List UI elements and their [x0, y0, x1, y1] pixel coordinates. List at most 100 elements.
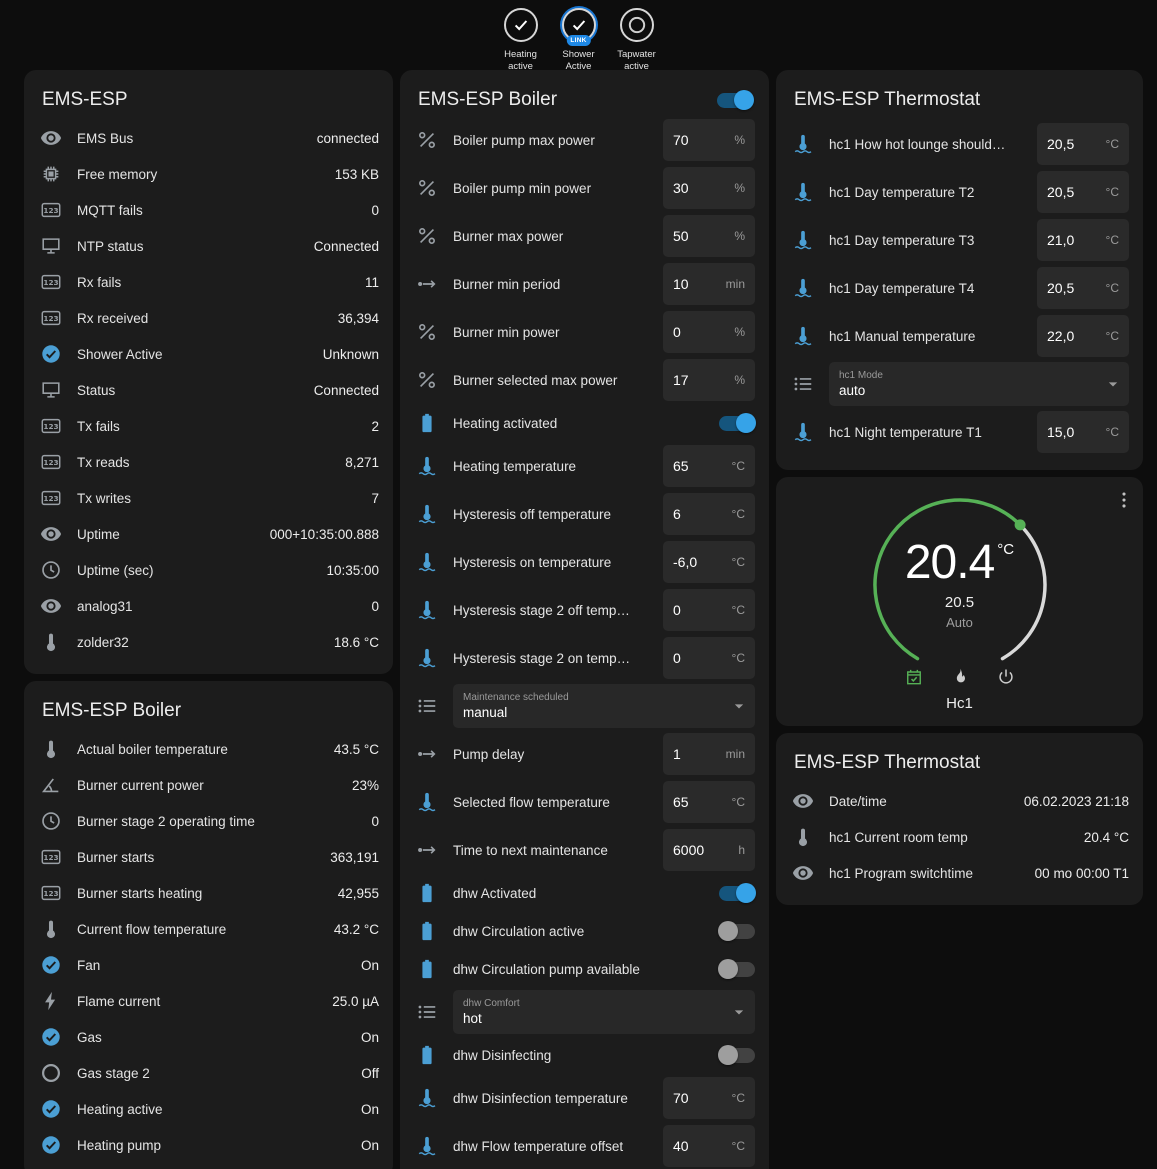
entity-value: connected: [317, 131, 379, 146]
list-icon: [416, 1001, 438, 1023]
number-input-hysteresis-off-temperature[interactable]: 6°C: [663, 493, 755, 535]
row-status[interactable]: StatusConnected: [40, 372, 379, 408]
row-uptime[interactable]: Uptime000+10:35:00.888: [40, 516, 379, 552]
list-icon: [792, 373, 814, 395]
number-input-boiler-pump-min-power[interactable]: 30%: [663, 167, 755, 209]
number-input-hc1-day-temperature-t2[interactable]: 20,5°C: [1037, 171, 1129, 213]
number-value: 10: [673, 276, 689, 292]
row-free-memory[interactable]: Free memory153 KB: [40, 156, 379, 192]
badge-shower-active[interactable]: LINK Shower Active: [555, 8, 603, 74]
card-title: EMS-ESP: [40, 82, 379, 120]
toggle-heating-activated[interactable]: [719, 416, 755, 431]
row-hc1-current-room-temp[interactable]: hc1 Current room temp20.4 °C: [792, 819, 1129, 855]
boiler-card-power-toggle[interactable]: [717, 93, 753, 108]
entity-value: 43.5 °C: [334, 742, 379, 757]
number-input-dhw-flow-temperature-offset[interactable]: 40°C: [663, 1125, 755, 1167]
power-icon[interactable]: [996, 667, 1016, 687]
entity-label: Rx fails: [77, 275, 350, 290]
row-shower-active[interactable]: Shower ActiveUnknown: [40, 336, 379, 372]
number-input-time-to-next-maintenance[interactable]: 6000h: [663, 829, 755, 871]
row-dhw-circulation-active: dhw Circulation active: [416, 912, 755, 950]
number-input-selected-flow-temperature[interactable]: 65°C: [663, 781, 755, 823]
number-input-hc1-night-temperature-t1[interactable]: 15,0°C: [1037, 411, 1129, 453]
row-date-time[interactable]: Date/time06.02.2023 21:18: [792, 783, 1129, 819]
number-input-hc1-how-hot-lounge-should[interactable]: 20,5°C: [1037, 123, 1129, 165]
number-input-hc1-manual-temperature[interactable]: 22,0°C: [1037, 315, 1129, 357]
number-input-burner-min-period[interactable]: 10min: [663, 263, 755, 305]
badge-heating-active[interactable]: Heating active: [497, 8, 545, 74]
thermostat-dial[interactable]: 20.4°C 20.5 Auto: [848, 493, 1072, 687]
fire-icon[interactable]: [950, 667, 970, 687]
number-unit: °C: [1106, 233, 1119, 247]
row-zolder32[interactable]: zolder3218.6 °C: [40, 624, 379, 660]
row-tx-writes[interactable]: 123Tx writes7: [40, 480, 379, 516]
counter-icon: 123: [40, 415, 62, 437]
row-maintenance-scheduled: Maintenance scheduledmanual: [416, 682, 755, 730]
row-ntp-status[interactable]: NTP statusConnected: [40, 228, 379, 264]
row-burner-starts-heating[interactable]: 123Burner starts heating42,955: [40, 875, 379, 911]
chip-icon: [40, 163, 62, 185]
number-value: 30: [673, 180, 689, 196]
entity-label: Burner starts: [77, 850, 315, 865]
row-actual-boiler-temperature[interactable]: Actual boiler temperature43.5 °C: [40, 731, 379, 767]
toggle-dhw-circulation-pump-available[interactable]: [719, 962, 755, 977]
entity-label: Burner current power: [77, 778, 337, 793]
badge-tapwater-active[interactable]: Tapwater active: [613, 8, 661, 74]
number-input-hc1-day-temperature-t3[interactable]: 21,0°C: [1037, 219, 1129, 261]
number-value: 0: [673, 324, 681, 340]
row-flame-current[interactable]: Flame current25.0 µA: [40, 983, 379, 1019]
more-options-icon[interactable]: [1113, 489, 1135, 511]
number-input-dhw-disinfection-temperature[interactable]: 70°C: [663, 1077, 755, 1119]
row-ems-bus[interactable]: EMS Busconnected: [40, 120, 379, 156]
row-current-flow-temperature[interactable]: Current flow temperature43.2 °C: [40, 911, 379, 947]
battery-icon: [416, 958, 438, 980]
row-burner-starts[interactable]: 123Burner starts363,191: [40, 839, 379, 875]
row-analog31[interactable]: analog310: [40, 588, 379, 624]
select-hc1-mode[interactable]: hc1 Modeauto: [829, 362, 1129, 406]
row-gas[interactable]: GasOn: [40, 1019, 379, 1055]
number-input-boiler-pump-max-power[interactable]: 70%: [663, 119, 755, 161]
row-burner-min-period: Burner min period10min: [416, 260, 755, 308]
row-dhw-comfort: dhw Comforthot: [416, 988, 755, 1036]
row-rx-fails[interactable]: 123Rx fails11: [40, 264, 379, 300]
row-hc1-how-hot-lounge-should: hc1 How hot lounge should…20,5°C: [792, 120, 1129, 168]
entity-label: Heating pump: [77, 1138, 346, 1153]
row-fan[interactable]: FanOn: [40, 947, 379, 983]
row-gas-stage-2[interactable]: Gas stage 2Off: [40, 1055, 379, 1091]
number-input-hysteresis-on-temperature[interactable]: -6,0°C: [663, 541, 755, 583]
number-input-pump-delay[interactable]: 1min: [663, 733, 755, 775]
entity-label: Hysteresis stage 2 on temp…: [453, 651, 648, 666]
row-heating-active[interactable]: Heating activeOn: [40, 1091, 379, 1127]
calendar-check-icon[interactable]: [904, 667, 924, 687]
row-mqtt-fails[interactable]: 123MQTT fails0: [40, 192, 379, 228]
toggle-dhw-activated[interactable]: [719, 886, 755, 901]
number-input-burner-selected-max-power[interactable]: 17%: [663, 359, 755, 401]
row-heating-pump[interactable]: Heating pumpOn: [40, 1127, 379, 1163]
number-input-hysteresis-stage-2-off-temp[interactable]: 0°C: [663, 589, 755, 631]
row-hc1-program-switchtime[interactable]: hc1 Program switchtime00 mo 00:00 T1: [792, 855, 1129, 891]
number-input-heating-temperature[interactable]: 65°C: [663, 445, 755, 487]
toggle-thumb: [718, 921, 738, 941]
row-burner-stage-2-operating-time[interactable]: Burner stage 2 operating time0: [40, 803, 379, 839]
toggle-dhw-disinfecting[interactable]: [719, 1048, 755, 1063]
entity-label: Gas: [77, 1030, 346, 1045]
row-burner-current-power[interactable]: Burner current power23%: [40, 767, 379, 803]
entity-label: Uptime (sec): [77, 563, 311, 578]
current-temperature: 20.4°C: [848, 539, 1072, 587]
select-maintenance-scheduled[interactable]: Maintenance scheduledmanual: [453, 684, 755, 728]
number-unit: °C: [732, 1091, 745, 1105]
row-uptime-sec[interactable]: Uptime (sec)10:35:00: [40, 552, 379, 588]
number-input-burner-max-power[interactable]: 50%: [663, 215, 755, 257]
svg-text:123: 123: [43, 422, 58, 431]
row-tx-fails[interactable]: 123Tx fails2: [40, 408, 379, 444]
row-rx-received[interactable]: 123Rx received36,394: [40, 300, 379, 336]
number-input-burner-min-power[interactable]: 0%: [663, 311, 755, 353]
number-input-hysteresis-stage-2-on-temp[interactable]: 0°C: [663, 637, 755, 679]
counter-icon: 123: [40, 882, 62, 904]
row-tx-reads[interactable]: 123Tx reads8,271: [40, 444, 379, 480]
select-dhw-comfort[interactable]: dhw Comforthot: [453, 990, 755, 1034]
thermo-water-icon: [416, 599, 438, 621]
toggle-dhw-circulation-active[interactable]: [719, 924, 755, 939]
dial-text: 20.4°C 20.5 Auto: [848, 539, 1072, 630]
number-input-hc1-day-temperature-t4[interactable]: 20,5°C: [1037, 267, 1129, 309]
